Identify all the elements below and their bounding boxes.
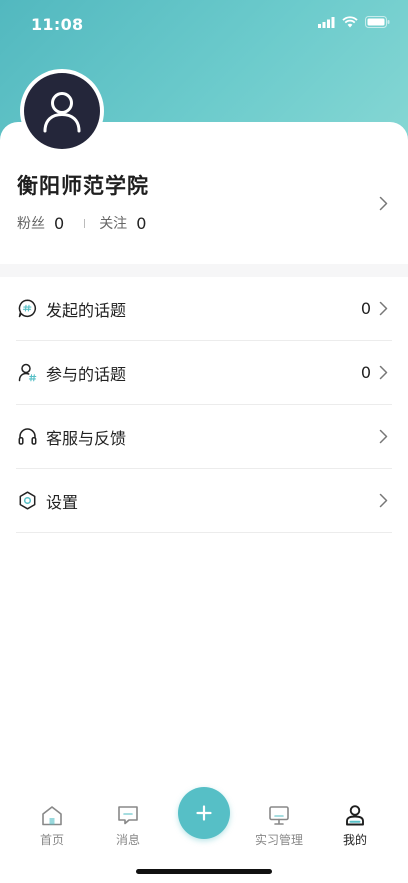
home-indicator <box>136 869 272 874</box>
profile-name: 衡阳师范学院 <box>17 174 149 198</box>
following-count[interactable]: 0 <box>136 214 146 233</box>
monitor-icon <box>249 804 309 826</box>
chevron-right-icon <box>379 365 388 380</box>
message-icon <box>98 804 158 826</box>
fans-label: 粉丝 <box>17 216 45 232</box>
chat-bubble-icon <box>17 299 37 319</box>
menu-item-label: 客服与反馈 <box>46 428 127 448</box>
menu-list: 发起的话题 0 参与的话题 0 客服与反馈 设置 <box>16 277 392 533</box>
fans-count[interactable]: 0 <box>54 214 64 233</box>
chevron-right-icon <box>379 301 388 316</box>
menu-item-count: 0 <box>360 299 371 318</box>
settings-icon <box>17 491 37 511</box>
menu-item-started-topics[interactable]: 发起的话题 0 <box>16 277 392 341</box>
following-label: 关注 <box>99 216 128 232</box>
stats-divider <box>84 218 86 228</box>
tab-label: 实习管理 <box>254 833 303 847</box>
status-time: 11:08 <box>31 15 84 34</box>
tab-messages[interactable]: 消息 <box>98 804 158 848</box>
menu-item-label: 设置 <box>46 492 79 512</box>
chevron-right-icon <box>379 429 388 444</box>
headphones-icon <box>17 427 37 447</box>
chevron-right-icon <box>379 493 388 508</box>
status-icons <box>318 16 390 28</box>
home-icon <box>22 804 82 826</box>
profile-stats: 粉丝 0 关注 0 <box>17 213 146 233</box>
user-silhouette-icon <box>43 92 81 133</box>
tab-label: 首页 <box>39 833 64 847</box>
tab-label: 消息 <box>115 833 140 847</box>
menu-item-joined-topics[interactable]: 参与的话题 0 <box>16 341 392 405</box>
section-divider <box>0 264 408 277</box>
menu-item-label: 发起的话题 <box>46 300 127 320</box>
wifi-icon <box>342 16 358 28</box>
menu-item-customer-service[interactable]: 客服与反馈 <box>16 405 392 469</box>
menu-item-count: 0 <box>360 363 371 382</box>
signal-icon <box>318 16 335 28</box>
battery-icon <box>365 16 390 28</box>
chevron-right-icon[interactable] <box>379 196 388 211</box>
avatar[interactable] <box>20 69 104 153</box>
tab-internship-management[interactable]: 实习管理 <box>249 804 309 848</box>
create-button[interactable] <box>178 787 230 839</box>
person-tag-icon <box>17 363 37 383</box>
tab-bar: 首页 消息 实习管理 我的 <box>0 787 408 855</box>
plus-icon <box>196 805 212 821</box>
tab-mine[interactable]: 我的 <box>325 804 385 848</box>
profile-icon <box>325 804 385 826</box>
status-bar: 11:08 <box>0 0 408 48</box>
tab-label: 我的 <box>342 833 367 847</box>
tab-home[interactable]: 首页 <box>22 804 82 848</box>
menu-item-settings[interactable]: 设置 <box>16 469 392 533</box>
menu-item-label: 参与的话题 <box>46 364 127 384</box>
